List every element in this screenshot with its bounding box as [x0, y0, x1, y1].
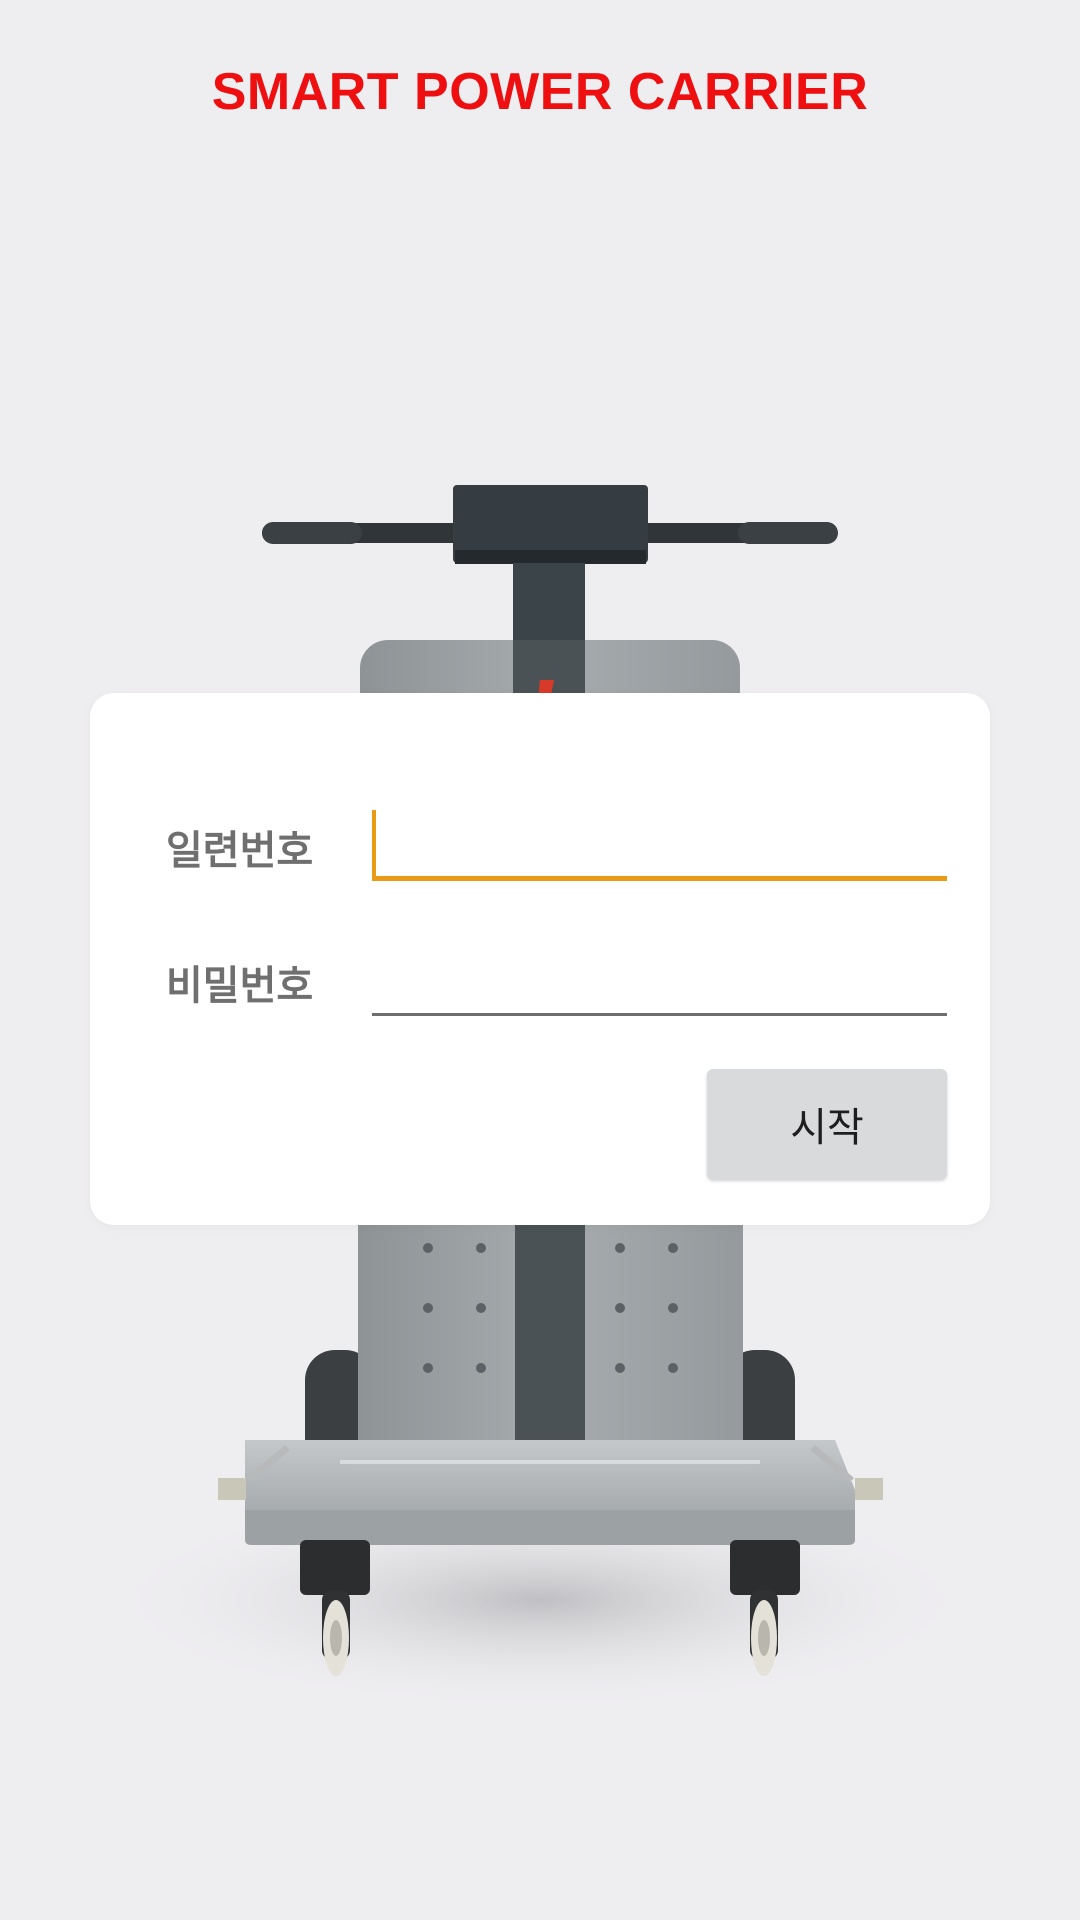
login-card: 일련번호 비밀번호 시작	[90, 693, 990, 1225]
password-label: 비밀번호	[166, 963, 314, 1009]
serial-number-label: 일련번호	[166, 828, 314, 874]
password-input[interactable]	[372, 944, 947, 1016]
text-cursor	[372, 810, 376, 876]
serial-number-input[interactable]	[372, 809, 947, 881]
start-button[interactable]: 시작	[707, 1069, 947, 1179]
app-title: SMART POWER CARRIER	[211, 63, 869, 121]
